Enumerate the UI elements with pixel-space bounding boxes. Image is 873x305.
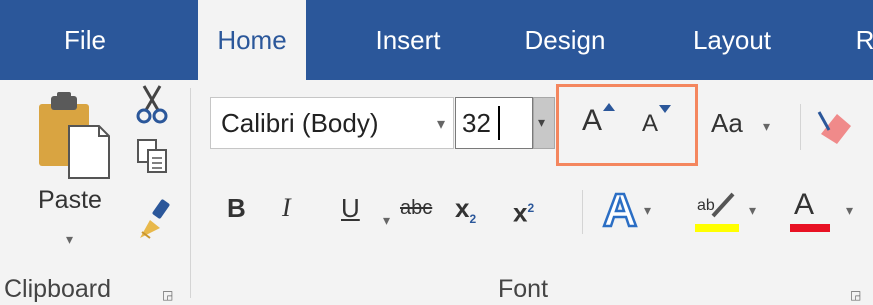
bold-button[interactable]: B — [227, 188, 246, 228]
italic-button[interactable]: I — [282, 188, 291, 228]
text-highlight-dropdown-icon: ▾ — [749, 202, 757, 218]
font-name-value: Calibri (Body) — [221, 108, 379, 138]
font-dialog-launcher-icon[interactable]: ◲ — [850, 288, 861, 302]
text-effects-icon — [602, 192, 638, 228]
font-color-button[interactable]: A ▾ — [790, 186, 870, 234]
font-color-swatch — [790, 224, 830, 232]
paste-icon — [39, 92, 110, 179]
subscript-button[interactable]: x2 — [455, 188, 476, 239]
font-name-dropdown-icon[interactable]: ▾ — [437, 114, 445, 134]
font-color-glyph: A — [794, 188, 815, 221]
subscript-mark: 2 — [469, 212, 477, 227]
superscript-mark: 2 — [527, 201, 535, 215]
grow-font-glyph: A — [582, 104, 603, 137]
font-name-combobox[interactable]: Calibri (Body) ▾ — [210, 97, 454, 149]
paste-dropdown-icon: ▾ — [66, 231, 74, 247]
tab-design[interactable]: Design — [510, 0, 620, 80]
clear-formatting-button[interactable] — [815, 104, 855, 148]
shrink-font-glyph: A — [642, 110, 659, 137]
superscript-glyph: x — [513, 197, 528, 228]
font-size-value: 32 — [462, 108, 491, 138]
underline-dropdown-icon[interactable]: ▾ — [383, 200, 390, 240]
toolbar-separator — [800, 104, 801, 150]
paste-button[interactable]: Paste ▾ — [30, 86, 125, 261]
eraser-icon — [817, 111, 851, 144]
font-size-input[interactable]: 32 — [455, 97, 533, 149]
font-color-dropdown-icon: ▾ — [846, 202, 854, 218]
change-case-button[interactable]: Aa ▾ — [711, 102, 781, 146]
toolbar-separator — [582, 190, 583, 234]
shrink-font-button[interactable]: A — [638, 104, 678, 148]
superscript-button[interactable]: x2 — [513, 188, 534, 233]
scissors-icon — [136, 85, 168, 124]
text-caret — [498, 106, 500, 140]
format-painter-icon — [140, 199, 170, 239]
tab-insert[interactable]: Insert — [358, 0, 458, 80]
svg-text:ab: ab — [697, 197, 715, 214]
group-separator — [190, 88, 191, 298]
copy-button[interactable] — [136, 138, 168, 174]
clipboard-group-label: Clipboard — [4, 275, 112, 303]
underline-button[interactable]: U — [341, 188, 360, 228]
cut-button[interactable] — [136, 84, 168, 124]
text-effects-dropdown-icon: ▾ — [644, 202, 652, 218]
font-size-dropdown-button[interactable]: ▾ — [533, 97, 555, 149]
tab-references[interactable]: R — [845, 0, 873, 80]
ribbon-home: Paste ▾ Clipboard ◲ Calibri (Body) ▾ 32 … — [0, 80, 873, 305]
grow-font-icon — [603, 103, 615, 111]
highlighter-icon: ab — [695, 192, 739, 232]
grow-font-button[interactable]: A — [580, 100, 620, 148]
format-painter-button[interactable] — [136, 198, 172, 242]
change-case-glyph: Aa — [711, 108, 743, 138]
change-case-dropdown-icon: ▾ — [763, 118, 771, 134]
text-effects-button[interactable]: ▾ — [598, 188, 668, 234]
shrink-font-icon — [659, 105, 671, 113]
strikethrough-button[interactable]: abc — [400, 188, 432, 228]
text-highlight-button[interactable]: ab ▾ — [695, 186, 770, 234]
font-group-label: Font — [498, 275, 549, 303]
tab-file[interactable]: File — [40, 0, 130, 80]
ribbon-tab-bar: File Home Insert Design Layout R — [0, 0, 873, 80]
tab-layout[interactable]: Layout — [673, 0, 791, 80]
chevron-down-icon: ▾ — [538, 114, 546, 130]
clipboard-dialog-launcher-icon[interactable]: ◲ — [162, 288, 173, 302]
subscript-glyph: x — [455, 193, 470, 223]
tab-home[interactable]: Home — [198, 0, 306, 80]
paste-label: Paste — [38, 186, 102, 214]
copy-icon — [137, 139, 167, 173]
